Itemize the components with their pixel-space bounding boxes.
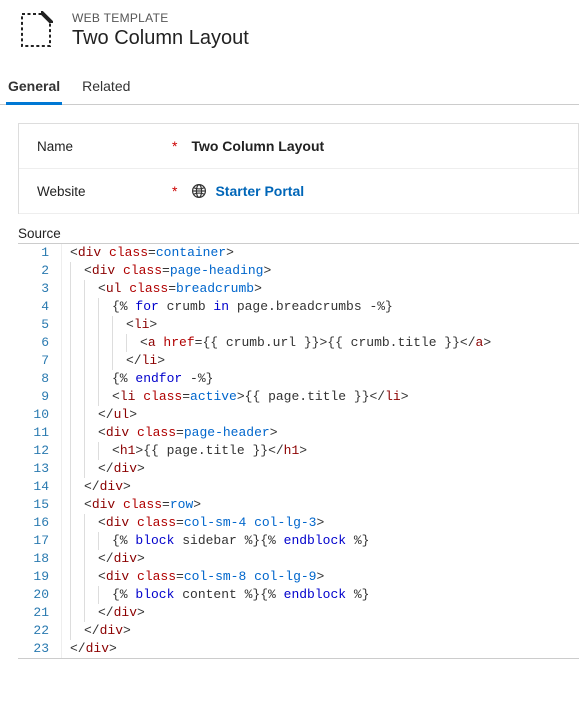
- entity-type-label: WEB TEMPLATE: [72, 11, 249, 25]
- line-number: 18: [18, 550, 62, 568]
- code-line[interactable]: 2<div class=page-heading>: [18, 262, 579, 280]
- code-line[interactable]: 3<ul class=breadcrumb>: [18, 280, 579, 298]
- line-number: 11: [18, 424, 62, 442]
- code-content[interactable]: <div class=container>: [62, 244, 579, 262]
- code-content[interactable]: <div class=col-sm-8 col-lg-9>: [62, 568, 579, 586]
- code-content[interactable]: </div>: [62, 604, 579, 622]
- code-content[interactable]: <li class=active>{{ page.title }}</li>: [62, 388, 579, 406]
- line-number: 5: [18, 316, 62, 334]
- code-content[interactable]: </div>: [62, 460, 579, 478]
- field-label: Website: [37, 184, 172, 199]
- code-content[interactable]: <li>: [62, 316, 579, 334]
- line-number: 6: [18, 334, 62, 352]
- code-line[interactable]: 18</div>: [18, 550, 579, 568]
- code-content[interactable]: <div class=row>: [62, 496, 579, 514]
- code-content[interactable]: </div>: [62, 622, 579, 640]
- field-row-website: Website * Starter Portal: [19, 169, 578, 214]
- line-number: 22: [18, 622, 62, 640]
- code-line[interactable]: 11<div class=page-header>: [18, 424, 579, 442]
- code-content[interactable]: <h1>{{ page.title }}</h1>: [62, 442, 579, 460]
- code-line[interactable]: 19<div class=col-sm-8 col-lg-9>: [18, 568, 579, 586]
- line-number: 23: [18, 640, 62, 658]
- line-number: 12: [18, 442, 62, 460]
- code-line[interactable]: 13</div>: [18, 460, 579, 478]
- code-content[interactable]: <div class=page-heading>: [62, 262, 579, 280]
- code-line[interactable]: 8{% endfor -%}: [18, 370, 579, 388]
- page-title: Two Column Layout: [72, 27, 249, 50]
- globe-icon: [191, 183, 207, 199]
- code-line[interactable]: 16<div class=col-sm-4 col-lg-3>: [18, 514, 579, 532]
- line-number: 10: [18, 406, 62, 424]
- website-lookup[interactable]: Starter Portal: [191, 183, 304, 199]
- code-line[interactable]: 15<div class=row>: [18, 496, 579, 514]
- line-number: 21: [18, 604, 62, 622]
- code-line[interactable]: 23</div>: [18, 640, 579, 658]
- code-content[interactable]: <div class=page-header>: [62, 424, 579, 442]
- code-line[interactable]: 1<div class=container>: [18, 244, 579, 262]
- line-number: 17: [18, 532, 62, 550]
- form-panel: Name * Two Column Layout Website * Start…: [18, 123, 579, 214]
- line-number: 14: [18, 478, 62, 496]
- code-line[interactable]: 14</div>: [18, 478, 579, 496]
- line-number: 9: [18, 388, 62, 406]
- line-number: 7: [18, 352, 62, 370]
- line-number: 3: [18, 280, 62, 298]
- line-number: 1: [18, 244, 62, 262]
- code-content[interactable]: <div class=col-sm-4 col-lg-3>: [62, 514, 579, 532]
- code-line[interactable]: 7</li>: [18, 352, 579, 370]
- code-content[interactable]: </div>: [62, 478, 579, 496]
- name-input[interactable]: Two Column Layout: [191, 138, 324, 154]
- code-content[interactable]: {% for crumb in page.breadcrumbs -%}: [62, 298, 579, 316]
- line-number: 13: [18, 460, 62, 478]
- code-line[interactable]: 22</div>: [18, 622, 579, 640]
- code-content[interactable]: {% block content %}{% endblock %}: [62, 586, 579, 604]
- code-line[interactable]: 6<a href={{ crumb.url }}>{{ crumb.title …: [18, 334, 579, 352]
- code-content[interactable]: <a href={{ crumb.url }}>{{ crumb.title }…: [62, 334, 579, 352]
- code-line[interactable]: 20{% block content %}{% endblock %}: [18, 586, 579, 604]
- code-content[interactable]: </li>: [62, 352, 579, 370]
- code-content[interactable]: <ul class=breadcrumb>: [62, 280, 579, 298]
- required-indicator: *: [172, 183, 177, 199]
- source-code-editor[interactable]: 1<div class=container>2<div class=page-h…: [18, 243, 579, 659]
- code-line[interactable]: 5<li>: [18, 316, 579, 334]
- code-line[interactable]: 17{% block sidebar %}{% endblock %}: [18, 532, 579, 550]
- code-line[interactable]: 21</div>: [18, 604, 579, 622]
- line-number: 20: [18, 586, 62, 604]
- field-label-source: Source: [0, 214, 579, 243]
- code-line[interactable]: 9<li class=active>{{ page.title }}</li>: [18, 388, 579, 406]
- line-number: 4: [18, 298, 62, 316]
- tab-bar: General Related: [0, 70, 579, 105]
- code-content[interactable]: {% block sidebar %}{% endblock %}: [62, 532, 579, 550]
- code-content[interactable]: </ul>: [62, 406, 579, 424]
- line-number: 2: [18, 262, 62, 280]
- tab-general[interactable]: General: [8, 70, 60, 104]
- template-file-icon: [16, 10, 56, 50]
- line-number: 15: [18, 496, 62, 514]
- code-content[interactable]: </div>: [62, 640, 579, 658]
- field-label: Name: [37, 139, 172, 154]
- line-number: 8: [18, 370, 62, 388]
- code-line[interactable]: 10</ul>: [18, 406, 579, 424]
- tab-related[interactable]: Related: [82, 70, 130, 104]
- field-row-name: Name * Two Column Layout: [19, 124, 578, 169]
- line-number: 19: [18, 568, 62, 586]
- required-indicator: *: [172, 138, 177, 154]
- code-content[interactable]: {% endfor -%}: [62, 370, 579, 388]
- page-header: WEB TEMPLATE Two Column Layout: [0, 0, 579, 70]
- code-line[interactable]: 12<h1>{{ page.title }}</h1>: [18, 442, 579, 460]
- website-link-text: Starter Portal: [215, 183, 304, 199]
- code-content[interactable]: </div>: [62, 550, 579, 568]
- code-line[interactable]: 4{% for crumb in page.breadcrumbs -%}: [18, 298, 579, 316]
- line-number: 16: [18, 514, 62, 532]
